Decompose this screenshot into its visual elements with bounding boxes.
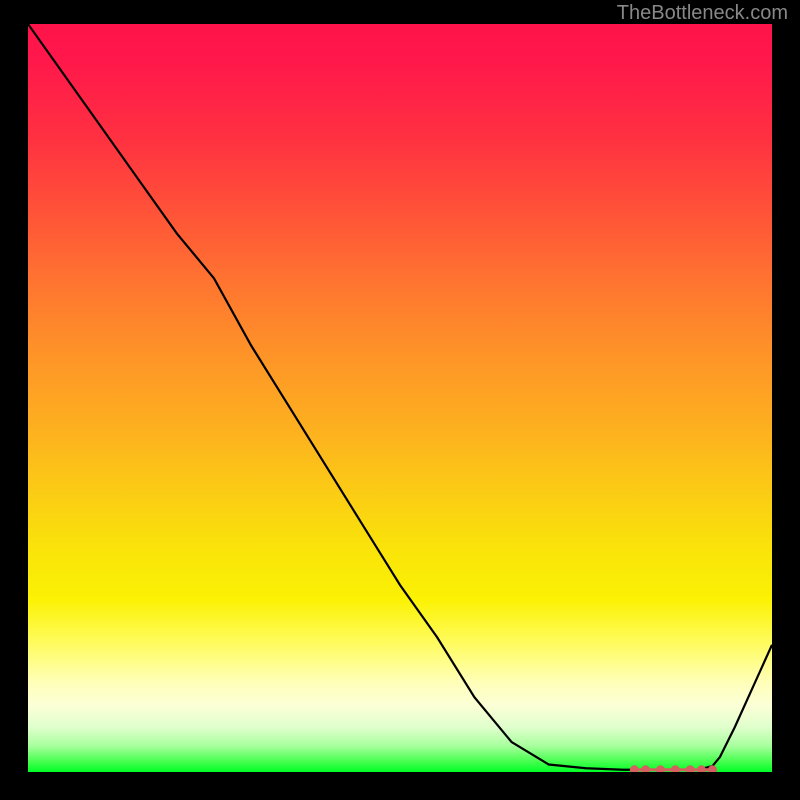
plot-area (28, 24, 772, 772)
markers-group (630, 765, 717, 772)
chart-container: TheBottleneck.com (0, 0, 800, 800)
data-marker (671, 765, 680, 772)
data-marker (697, 765, 706, 772)
chart-svg (28, 24, 772, 772)
data-marker (630, 765, 639, 772)
curve-line (28, 24, 772, 770)
watermark-text: TheBottleneck.com (617, 2, 788, 25)
data-marker (686, 765, 695, 772)
data-marker (641, 765, 650, 772)
data-marker (656, 765, 665, 772)
